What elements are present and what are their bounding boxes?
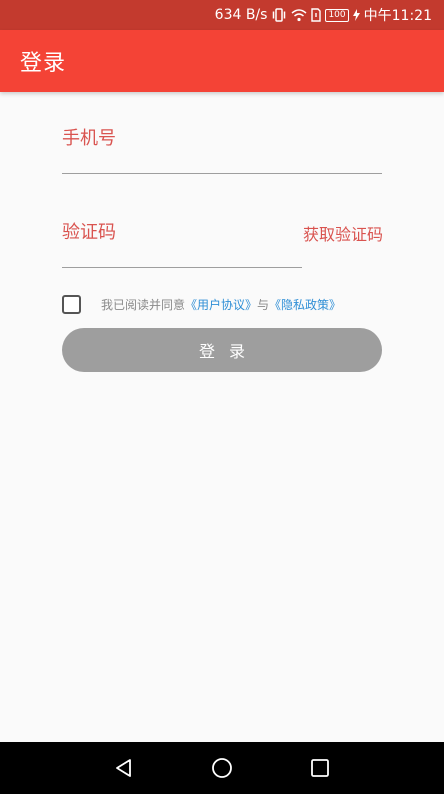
agreement-checkbox[interactable] [62,294,81,314]
clock: 中午11:21 [363,8,432,24]
navigation-bar [0,742,444,794]
agreement-prefix: 我已阅读并同意 [101,297,186,312]
sim-icon [311,8,322,22]
agreement-conjunction: 与 [257,297,270,312]
login-button[interactable]: 登录 [62,328,382,372]
status-bar: 634 B/s 100 中午11:21 [0,0,444,30]
user-agreement-link[interactable]: 《用户协议》 [185,298,257,312]
vibrate-icon [271,8,287,22]
wifi-icon [291,8,307,22]
page-title: 登录 [20,51,67,76]
app-bar: 登录 [0,30,444,92]
code-input[interactable] [62,206,302,267]
login-screen: 634 B/s 100 中午11:21 登录 手机号 验证码 获取验证码 我已阅… [0,0,444,794]
recent-apps-icon[interactable] [290,742,350,794]
phone-field[interactable]: 手机号 [62,112,382,174]
home-icon[interactable] [192,742,252,794]
agreement-text: 我已阅读并同意《用户协议》与《隐私政策》 [101,296,341,313]
back-icon[interactable] [94,742,154,794]
phone-input[interactable] [62,112,382,173]
charging-icon [352,9,360,21]
get-code-button[interactable]: 获取验证码 [303,221,383,245]
agreement-row: 我已阅读并同意《用户协议》与《隐私政策》 [62,293,392,315]
code-field[interactable]: 验证码 [62,206,302,268]
network-speed: 634 B/s [214,7,268,23]
privacy-policy-link[interactable]: 《隐私政策》 [269,298,341,312]
battery-icon: 100 [325,8,349,22]
